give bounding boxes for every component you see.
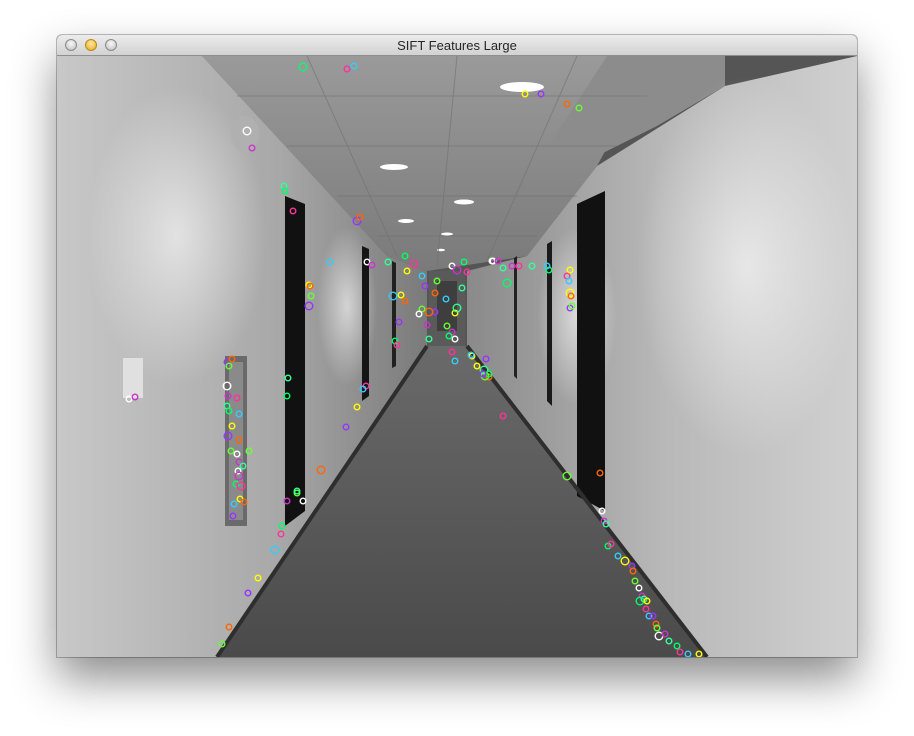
- app-window: SIFT Features Large: [57, 35, 857, 657]
- image-canvas: [57, 56, 857, 657]
- title-bar[interactable]: SIFT Features Large: [57, 35, 857, 56]
- desktop: SIFT Features Large: [0, 0, 914, 736]
- corridor-image: [57, 56, 857, 657]
- window-title: SIFT Features Large: [397, 38, 517, 53]
